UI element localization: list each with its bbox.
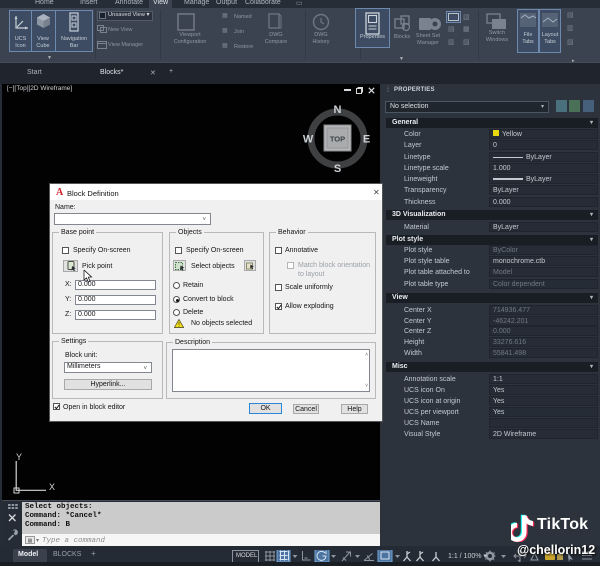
svg-text:X: X xyxy=(49,482,55,492)
svg-text:W: W xyxy=(303,134,314,146)
svg-text:Y: Y xyxy=(16,452,22,462)
svg-text:E: E xyxy=(363,134,370,146)
svg-text:!: ! xyxy=(178,322,180,329)
svg-text:N: N xyxy=(334,104,342,116)
svg-text:TOP: TOP xyxy=(330,135,345,144)
svg-text:S: S xyxy=(334,163,341,173)
